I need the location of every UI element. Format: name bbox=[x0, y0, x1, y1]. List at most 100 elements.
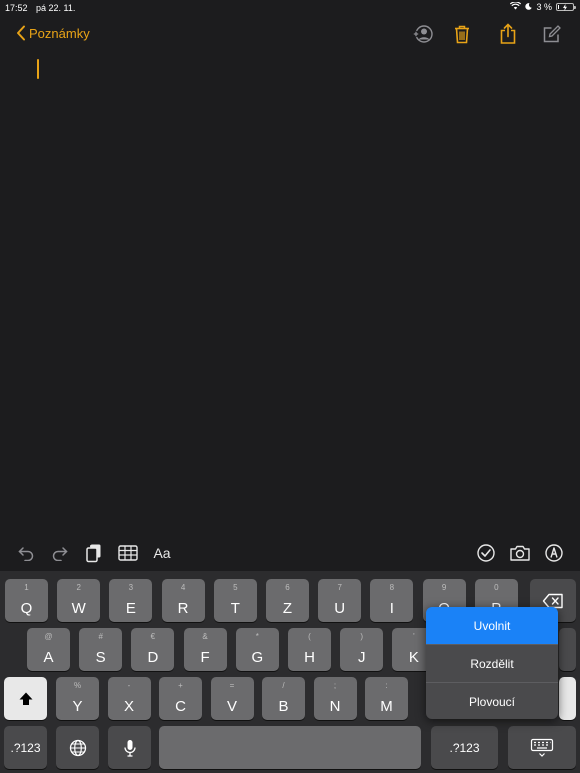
menu-item-split-label: Rozdělit bbox=[470, 656, 514, 671]
key-label: C bbox=[175, 698, 186, 715]
keyboard-hide-icon bbox=[530, 738, 554, 757]
key-hint: : bbox=[385, 681, 388, 690]
key-hint: 7 bbox=[337, 583, 342, 592]
key-label: M bbox=[380, 698, 393, 715]
key-f[interactable]: & F bbox=[183, 628, 227, 671]
shift-key-right[interactable] bbox=[559, 677, 576, 720]
shift-key[interactable] bbox=[4, 677, 47, 720]
key-hint: 6 bbox=[285, 583, 290, 592]
key-hint: 9 bbox=[441, 583, 447, 592]
menu-item-floating-label: Plovoucí bbox=[468, 694, 516, 709]
key-hint: € bbox=[150, 632, 156, 641]
wifi-icon bbox=[510, 1, 522, 12]
key-hint: ; bbox=[333, 681, 337, 690]
dictation-key[interactable] bbox=[108, 726, 151, 769]
space-key[interactable] bbox=[159, 726, 421, 769]
keyboard-mode-menu: Uvolnit Rozdělit Plovoucí bbox=[426, 607, 558, 719]
checklist-icon[interactable] bbox=[474, 541, 498, 565]
key-v[interactable]: = V bbox=[210, 677, 254, 720]
menu-item-split[interactable]: Rozdělit bbox=[426, 645, 558, 682]
key-label: H bbox=[304, 649, 315, 666]
chevron-left-icon bbox=[17, 25, 25, 41]
key-c[interactable]: + C bbox=[159, 677, 202, 720]
key-label: T bbox=[230, 600, 240, 617]
numbers-key-left[interactable]: .?123 bbox=[4, 726, 47, 769]
key-hint: ) bbox=[360, 632, 364, 641]
key-label: X bbox=[123, 698, 134, 715]
key-label: D bbox=[147, 649, 159, 666]
numbers-key-right-label: .?123 bbox=[449, 740, 480, 755]
key-label: V bbox=[226, 698, 237, 715]
undo-icon[interactable] bbox=[14, 541, 38, 565]
format-button[interactable]: Aa bbox=[150, 541, 174, 565]
key-label: Q bbox=[20, 600, 33, 617]
key-a[interactable]: @ A bbox=[27, 628, 70, 671]
share-icon[interactable] bbox=[496, 22, 520, 46]
key-hint: 0 bbox=[494, 583, 499, 592]
key-label: N bbox=[329, 698, 341, 715]
nav-bar: Poznámky bbox=[0, 18, 580, 52]
key-hint: 3 bbox=[128, 583, 134, 592]
status-time: 17:52 bbox=[5, 3, 28, 13]
note-editor[interactable] bbox=[0, 52, 580, 532]
key-hint: - bbox=[127, 681, 131, 690]
status-right: 3 % bbox=[510, 1, 576, 12]
key-j[interactable]: ) J bbox=[340, 628, 384, 671]
menu-item-undock[interactable]: Uvolnit bbox=[426, 607, 558, 644]
compose-icon[interactable] bbox=[540, 22, 564, 46]
key-d[interactable]: € D bbox=[131, 628, 175, 671]
battery-fill bbox=[558, 5, 559, 9]
status-date: pá 22. 11. bbox=[36, 3, 76, 13]
numbers-key-right[interactable]: .?123 bbox=[431, 726, 498, 769]
key-q[interactable]: 1Q bbox=[5, 579, 48, 622]
markup-icon[interactable] bbox=[542, 541, 566, 565]
key-g[interactable]: * G bbox=[235, 628, 279, 671]
key-h[interactable]: (H bbox=[288, 628, 331, 671]
key-label: Y bbox=[72, 698, 83, 715]
keyboard-toolbar: Aa bbox=[0, 536, 580, 570]
key-label: F bbox=[200, 649, 210, 666]
key-u[interactable]: 7U bbox=[318, 579, 362, 622]
key-e[interactable]: 3E bbox=[109, 579, 153, 622]
key-label: Z bbox=[282, 600, 293, 617]
key-b[interactable]: / B bbox=[262, 677, 305, 720]
camera-icon[interactable] bbox=[508, 541, 532, 565]
back-button[interactable]: Poznámky bbox=[16, 25, 90, 41]
key-label: E bbox=[125, 600, 136, 617]
key-m[interactable]: :M bbox=[365, 677, 408, 720]
globe-key[interactable] bbox=[56, 726, 99, 769]
key-label: W bbox=[71, 600, 86, 617]
return-key[interactable] bbox=[559, 628, 576, 671]
battery-percent: 3 % bbox=[536, 2, 552, 12]
key-s[interactable]: # S bbox=[79, 628, 123, 671]
key-x[interactable]: -X bbox=[107, 677, 151, 720]
shift-icon bbox=[19, 692, 32, 705]
key-z[interactable]: 6Z bbox=[266, 579, 309, 622]
copy-icon[interactable] bbox=[82, 541, 106, 565]
key-hint: = bbox=[229, 681, 235, 690]
key-r[interactable]: 4R bbox=[161, 579, 205, 622]
key-i[interactable]: 8I bbox=[370, 579, 414, 622]
trash-icon[interactable] bbox=[450, 22, 474, 46]
key-hint: % bbox=[73, 681, 82, 690]
key-hint: 5 bbox=[233, 583, 238, 592]
key-label: S bbox=[95, 649, 106, 666]
table-icon[interactable] bbox=[116, 541, 140, 565]
menu-item-floating[interactable]: Plovoucí bbox=[426, 683, 558, 719]
key-w[interactable]: 2W bbox=[57, 579, 101, 622]
key-t[interactable]: 5T bbox=[213, 579, 257, 622]
key-y[interactable]: % Y bbox=[56, 677, 99, 720]
key-label: J bbox=[357, 649, 366, 666]
key-label: A bbox=[43, 649, 54, 666]
key-hint: # bbox=[98, 632, 103, 641]
format-label: Aa bbox=[153, 545, 171, 561]
hide-keyboard-key[interactable] bbox=[508, 726, 576, 769]
key-hint: / bbox=[282, 681, 285, 690]
key-hint: & bbox=[202, 632, 208, 641]
battery-icon bbox=[556, 3, 576, 11]
add-people-icon[interactable] bbox=[411, 22, 435, 46]
key-n[interactable]: ; N bbox=[313, 677, 357, 720]
key-label: U bbox=[334, 600, 346, 617]
microphone-icon bbox=[123, 739, 136, 757]
redo-icon[interactable] bbox=[48, 541, 72, 565]
